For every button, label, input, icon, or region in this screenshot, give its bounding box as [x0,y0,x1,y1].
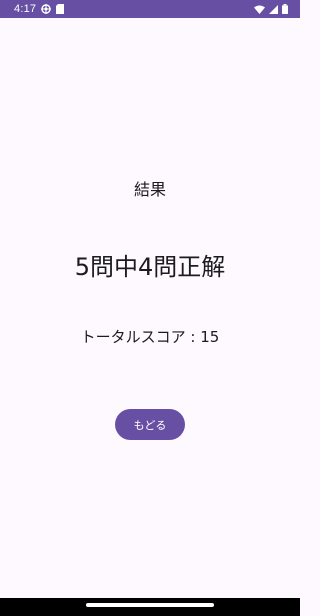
battery-icon [282,4,288,14]
status-time: 4:17 [14,3,37,15]
app-screen: 4:17 結果 5問中4問正解 トータルスコア: 15 もどる [0,0,300,616]
status-left: 4:17 [0,3,65,15]
navigation-bar [0,598,300,616]
home-indicator[interactable] [86,603,214,607]
result-screen: 結果 5問中4問正解 トータルスコア : 15 もどる [0,18,300,598]
wifi-icon [254,5,265,14]
back-button[interactable]: もどる [115,409,185,440]
result-heading: 結果 [133,180,166,199]
status-right [254,0,288,18]
status-bar: 4:17 [0,0,300,18]
settings-icon [41,4,52,14]
correct-answers-text: 5問中4問正解 [74,253,226,281]
total-score-text: トータルスコア : 15 [80,328,220,346]
sim-card-icon [56,4,65,14]
signal-icon [269,4,278,14]
